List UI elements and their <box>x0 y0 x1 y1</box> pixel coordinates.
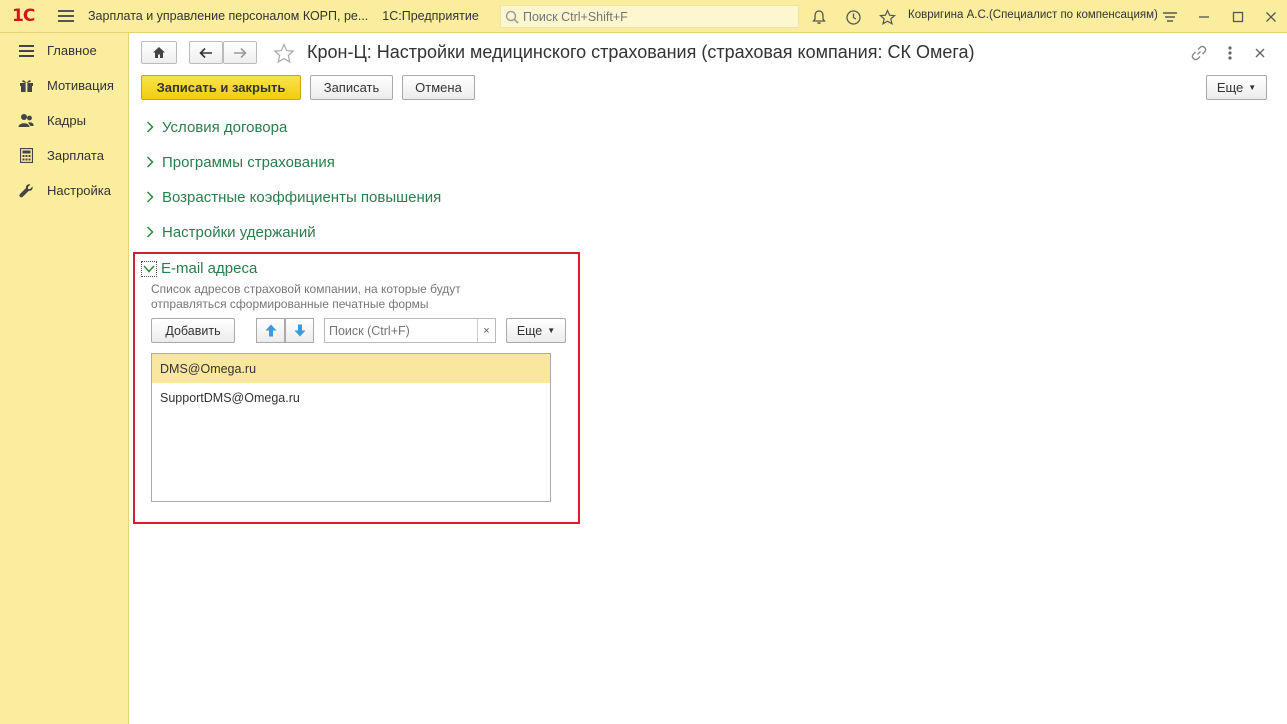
email-section-description: Список адресов страховой компании, на ко… <box>151 282 461 311</box>
arrow-down-icon <box>294 324 305 337</box>
dropdown-arrow-icon: ▼ <box>547 326 556 335</box>
sidebar-item-motivation[interactable]: Мотивация <box>0 68 128 103</box>
sidebar-item-main[interactable]: Главное <box>0 33 128 68</box>
app-logo[interactable]: 1С <box>12 6 42 26</box>
group-contract-terms[interactable]: Условия договора <box>146 119 287 136</box>
global-search[interactable] <box>500 5 799 28</box>
group-label: Условия договора <box>162 119 288 136</box>
main-menu-icon[interactable] <box>58 10 74 22</box>
add-favorite-star-icon[interactable] <box>272 41 296 65</box>
more-vertical-icon[interactable] <box>1220 43 1240 63</box>
group-label: E-mail адреса <box>161 260 258 277</box>
save-button[interactable]: Записать <box>310 75 393 100</box>
main-content: Крон-Ц: Настройки медицинского страхован… <box>129 33 1287 724</box>
close-form-icon[interactable] <box>1250 43 1270 63</box>
forward-button[interactable] <box>223 41 257 64</box>
menu-lines-icon <box>18 43 34 59</box>
add-email-button[interactable]: Добавить <box>151 318 235 343</box>
page-title: Крон-Ц: Настройки медицинского страхован… <box>307 42 975 62</box>
sidebar-item-settings[interactable]: Настройка <box>0 173 128 208</box>
chevron-right-icon <box>146 120 158 136</box>
clear-search-icon[interactable]: × <box>477 319 495 342</box>
app-title: Зарплата и управление персоналом КОРП, р… <box>88 9 369 23</box>
email-search-input[interactable] <box>329 323 477 338</box>
arrow-up-icon <box>265 324 276 337</box>
back-button[interactable] <box>189 41 223 64</box>
maximize-icon[interactable] <box>1228 7 1248 27</box>
more-button[interactable]: Еще ▼ <box>1206 75 1267 100</box>
group-label: Настройки удержаний <box>162 224 316 241</box>
bell-icon[interactable] <box>809 7 829 27</box>
list-item[interactable]: SupportDMS@Omega.ru <box>152 383 550 412</box>
group-deduction-settings[interactable]: Настройки удержаний <box>146 224 316 241</box>
funnel-menu-icon[interactable] <box>1160 7 1180 27</box>
close-window-icon[interactable] <box>1261 7 1281 27</box>
email-search-field[interactable]: × <box>324 318 496 343</box>
arrow-left-icon <box>199 47 212 58</box>
sidebar: Главное Мотивация Кадры Зарплата Настрой… <box>0 33 129 724</box>
email-list[interactable]: DMS@Omega.ru SupportDMS@Omega.ru <box>151 353 551 502</box>
dropdown-arrow-icon: ▼ <box>1248 83 1257 92</box>
home-button[interactable] <box>141 41 177 64</box>
history-icon[interactable] <box>843 7 863 27</box>
sidebar-item-label: Настройка <box>47 183 111 198</box>
home-icon <box>153 47 165 58</box>
minimize-icon[interactable] <box>1194 7 1214 27</box>
sidebar-item-label: Главное <box>47 43 97 58</box>
platform-label: 1С:Предприятие <box>382 9 479 23</box>
search-icon <box>505 10 519 24</box>
arrow-right-icon <box>234 47 247 58</box>
chevron-right-icon <box>146 155 158 171</box>
favorites-star-icon[interactable] <box>877 7 897 27</box>
move-down-button[interactable] <box>285 318 314 343</box>
sidebar-item-label: Зарплата <box>47 148 104 163</box>
group-insurance-programs[interactable]: Программы страхования <box>146 154 335 171</box>
gift-icon <box>18 78 34 94</box>
chevron-right-icon <box>146 190 158 206</box>
move-up-button[interactable] <box>256 318 285 343</box>
chevron-right-icon <box>146 225 158 241</box>
group-age-coefficients[interactable]: Возрастные коэффициенты повышения <box>146 189 441 206</box>
sidebar-item-salary[interactable]: Зарплата <box>0 138 128 173</box>
email-more-button[interactable]: Еще ▼ <box>506 318 566 343</box>
global-search-input[interactable] <box>523 9 793 24</box>
title-bar: 1С Зарплата и управление персоналом КОРП… <box>0 0 1287 33</box>
group-label: Программы страхования <box>162 154 335 171</box>
sidebar-item-label: Кадры <box>47 113 86 128</box>
link-icon[interactable] <box>1189 43 1209 63</box>
wrench-icon <box>18 183 34 199</box>
people-icon <box>18 113 34 129</box>
chevron-down-icon[interactable] <box>141 260 157 277</box>
group-email-addresses[interactable]: E-mail адреса <box>141 260 257 277</box>
save-and-close-button[interactable]: Записать и закрыть <box>141 75 301 100</box>
list-item[interactable]: DMS@Omega.ru <box>152 354 550 383</box>
more-label: Еще <box>1216 80 1244 95</box>
sidebar-item-personnel[interactable]: Кадры <box>0 103 128 138</box>
more-label: Еще <box>516 323 543 338</box>
cancel-button[interactable]: Отмена <box>402 75 475 100</box>
group-label: Возрастные коэффициенты повышения <box>162 189 442 206</box>
current-user[interactable]: Ковригина А.С.(Специалист по компенсация… <box>908 9 1158 21</box>
sidebar-item-label: Мотивация <box>47 78 114 93</box>
calculator-icon <box>18 148 34 164</box>
